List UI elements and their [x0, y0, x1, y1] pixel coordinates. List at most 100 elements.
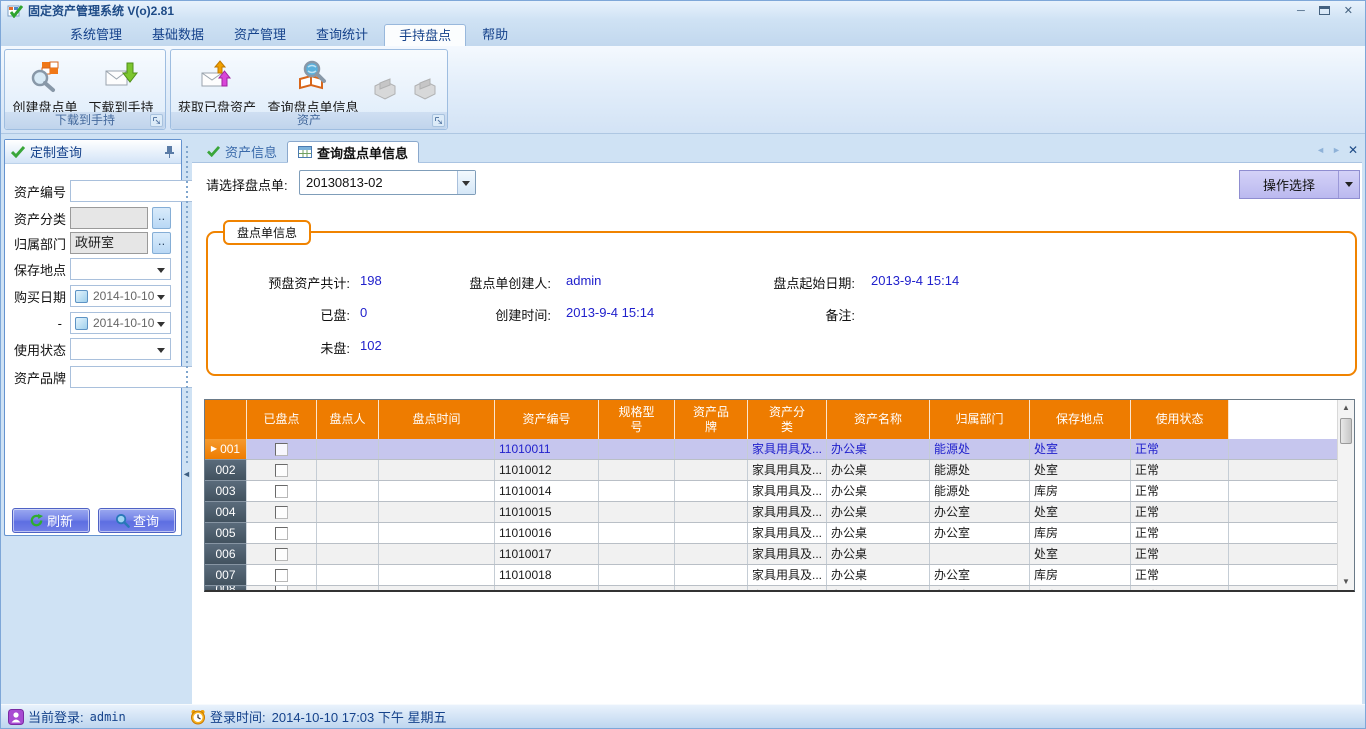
grid-column-header[interactable]: 资产编号 — [495, 400, 599, 439]
table-cell[interactable] — [379, 586, 495, 590]
counted-checkbox[interactable] — [275, 464, 288, 477]
table-row[interactable]: 00411010015家具用具及...办公桌办公室处室正常 — [205, 502, 1337, 523]
scrollbar-thumb[interactable] — [1340, 418, 1352, 444]
scroll-down-icon[interactable]: ▼ — [1338, 574, 1354, 590]
group-dialog-launcher-icon[interactable] — [150, 114, 163, 127]
table-cell[interactable]: 家具用具及... — [748, 460, 827, 480]
close-button[interactable]: ✕ — [1344, 6, 1353, 16]
action-select-button[interactable]: 操作选择 — [1239, 170, 1360, 199]
table-cell[interactable] — [599, 565, 675, 585]
table-cell[interactable] — [599, 544, 675, 564]
menu-tab-system[interactable]: 系统管理 — [56, 24, 136, 46]
usage-status-combo[interactable] — [70, 338, 171, 360]
table-cell[interactable]: 处室 — [1030, 502, 1131, 522]
table-cell[interactable]: 库房 — [1030, 565, 1131, 585]
table-cell[interactable]: 11010011 — [495, 439, 599, 459]
table-cell[interactable]: 能源处 — [930, 481, 1030, 501]
row-number-cell[interactable]: 004 — [205, 502, 247, 523]
menu-tab-help[interactable]: 帮助 — [468, 24, 522, 46]
group-dialog-launcher-icon[interactable] — [432, 114, 445, 127]
collapse-left-icon[interactable]: ◄ — [182, 469, 191, 479]
table-cell[interactable]: 正常 — [1131, 586, 1229, 590]
table-cell[interactable] — [675, 439, 748, 459]
counted-checkbox[interactable] — [275, 548, 288, 561]
menu-tab-basedata[interactable]: 基础数据 — [138, 24, 218, 46]
row-number-cell[interactable]: 006 — [205, 544, 247, 565]
grid-column-header[interactable]: 资产分 类 — [748, 400, 827, 439]
table-cell[interactable] — [379, 460, 495, 480]
row-number-cell[interactable]: 008 — [205, 586, 247, 590]
table-cell[interactable]: 库房 — [1030, 481, 1131, 501]
date-enable-checkbox[interactable] — [75, 317, 88, 330]
menu-tab-query-stats[interactable]: 查询统计 — [302, 24, 382, 46]
table-cell[interactable] — [379, 544, 495, 564]
table-cell[interactable]: 家具用具及... — [748, 439, 827, 459]
table-cell[interactable]: 11010018 — [495, 565, 599, 585]
get-counted-assets-button[interactable]: 获取已盘资产 — [173, 54, 261, 116]
table-cell[interactable]: 家具用具及... — [748, 544, 827, 564]
table-cell[interactable] — [675, 502, 748, 522]
grid-column-header[interactable]: 盘点人 — [317, 400, 379, 439]
grid-vertical-scrollbar[interactable]: ▲ ▼ — [1337, 400, 1354, 590]
refresh-button[interactable]: 刷新 — [12, 508, 90, 533]
table-cell[interactable]: 库房 — [1030, 586, 1131, 590]
table-cell[interactable]: 办公室 — [930, 502, 1030, 522]
table-cell[interactable]: 办公桌 — [827, 544, 930, 564]
table-cell[interactable]: 办公室 — [930, 565, 1030, 585]
table-cell[interactable]: 库房 — [1030, 523, 1131, 543]
minimize-button[interactable]: ─ — [1297, 6, 1305, 16]
table-cell[interactable] — [317, 586, 379, 590]
table-cell[interactable] — [675, 544, 748, 564]
table-cell[interactable]: 11010017 — [495, 544, 599, 564]
grid-column-header[interactable]: 资产名称 — [827, 400, 930, 439]
tab-scroll-right-icon[interactable]: ► — [1332, 145, 1341, 155]
row-number-cell[interactable]: 002 — [205, 460, 247, 481]
table-cell[interactable] — [599, 439, 675, 459]
table-row[interactable]: 00211010012家具用具及...办公桌能源处处室正常 — [205, 460, 1337, 481]
table-cell[interactable]: 能源处 — [930, 439, 1030, 459]
table-cell[interactable] — [599, 523, 675, 543]
menu-tab-assets[interactable]: 资产管理 — [220, 24, 300, 46]
sidebar-splitter[interactable]: ◄ — [184, 144, 190, 701]
table-row[interactable]: 00711010018家具用具及...办公桌办公室库房正常 — [205, 565, 1337, 586]
counted-checkbox[interactable] — [275, 586, 288, 590]
owning-department-browse-button[interactable]: ‥ — [152, 232, 171, 254]
grid-column-header[interactable]: 归属部门 — [930, 400, 1030, 439]
table-cell[interactable] — [317, 565, 379, 585]
table-cell[interactable]: 正常 — [1131, 502, 1229, 522]
scroll-up-icon[interactable]: ▲ — [1338, 400, 1354, 416]
query-inventory-info-button[interactable]: 查询盘点单信息 — [261, 54, 365, 116]
table-cell[interactable] — [317, 523, 379, 543]
table-cell[interactable]: 处室 — [1030, 439, 1131, 459]
table-cell[interactable] — [599, 502, 675, 522]
grid-column-header[interactable]: 已盘点 — [247, 400, 317, 439]
table-cell[interactable]: 正常 — [1131, 439, 1229, 459]
table-cell[interactable]: 正常 — [1131, 523, 1229, 543]
download-to-handheld-button[interactable]: 下载到手持 — [83, 54, 159, 116]
table-cell[interactable] — [379, 439, 495, 459]
table-cell[interactable] — [379, 481, 495, 501]
row-number-cell[interactable]: 005 — [205, 523, 247, 544]
table-row[interactable]: 00611010017家具用具及...办公桌处室正常 — [205, 544, 1337, 565]
table-cell[interactable]: 家具用具及... — [748, 502, 827, 522]
tab-close-icon[interactable]: ✕ — [1348, 143, 1358, 157]
action-dropdown-button[interactable] — [1339, 182, 1359, 187]
table-cell[interactable] — [317, 502, 379, 522]
asset-category-browse-button[interactable]: ‥ — [152, 207, 171, 229]
table-cell[interactable]: 办公桌 — [827, 460, 930, 480]
table-cell[interactable]: 11010015 — [495, 502, 599, 522]
grid-column-header[interactable]: 盘点时间 — [379, 400, 495, 439]
table-cell[interactable] — [675, 586, 748, 590]
table-cell[interactable] — [599, 460, 675, 480]
table-cell[interactable] — [599, 586, 675, 590]
counted-checkbox[interactable] — [275, 485, 288, 498]
grid-column-header[interactable]: 使用状态 — [1131, 400, 1229, 439]
counted-checkbox[interactable] — [275, 569, 288, 582]
table-cell[interactable]: 家具用具及... — [748, 481, 827, 501]
table-cell[interactable]: 正常 — [1131, 544, 1229, 564]
table-cell[interactable]: 办公桌 — [827, 586, 930, 590]
table-cell[interactable]: 办公桌 — [827, 439, 930, 459]
table-cell[interactable]: 正常 — [1131, 481, 1229, 501]
table-cell[interactable]: 11010012 — [495, 460, 599, 480]
table-cell[interactable]: 能源处 — [930, 460, 1030, 480]
